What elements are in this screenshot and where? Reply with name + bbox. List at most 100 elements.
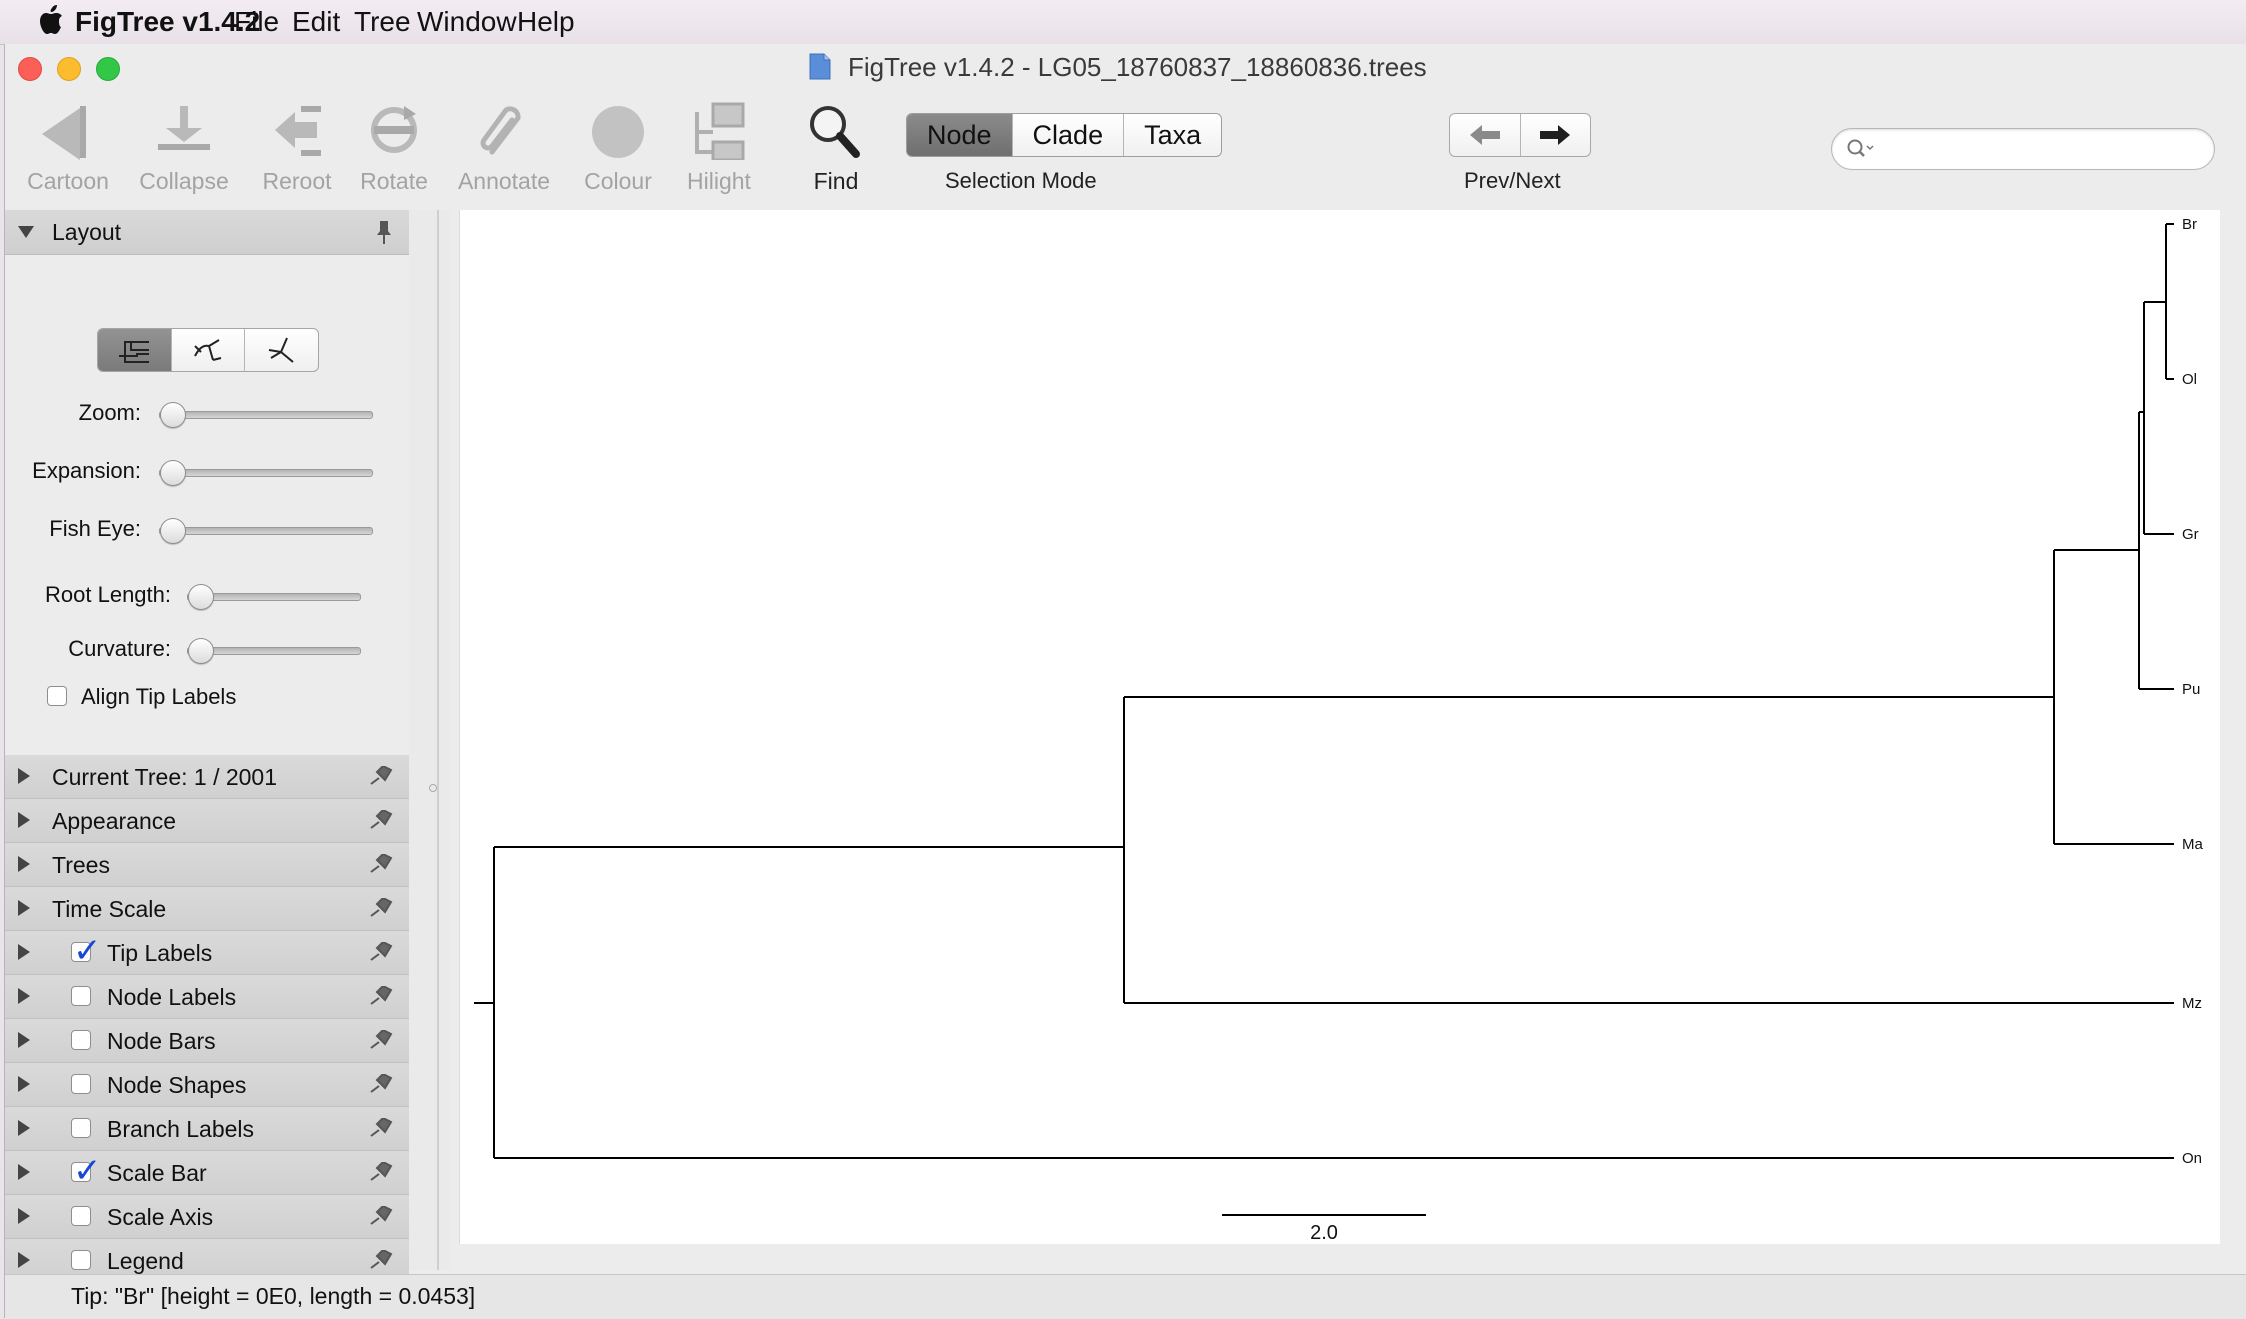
pin-icon[interactable]: [367, 1074, 395, 1096]
panel-splitter[interactable]: [409, 210, 451, 1308]
annotate-button[interactable]: Annotate: [449, 102, 559, 195]
splitter-grip[interactable]: [429, 784, 437, 792]
selection-mode-clade[interactable]: Clade: [1013, 114, 1125, 156]
section-current-tree[interactable]: Current Tree: 1 / 2001: [5, 755, 409, 799]
node-shapes-checkbox[interactable]: [71, 1074, 91, 1094]
pin-icon[interactable]: [367, 986, 395, 1008]
curvature-slider-thumb[interactable]: [188, 638, 214, 664]
expansion-slider[interactable]: [159, 460, 373, 486]
tree-view[interactable]: Br Ol Gr Pu Ma Mz On 2.0: [460, 210, 2220, 1244]
menu-window[interactable]: Window: [417, 6, 517, 38]
disclosure-triangle-open-icon[interactable]: [17, 225, 35, 239]
pin-icon[interactable]: [367, 1162, 395, 1184]
pin-icon[interactable]: [367, 1250, 395, 1272]
section-node-shapes[interactable]: Node Shapes: [5, 1063, 409, 1107]
pin-icon[interactable]: [367, 766, 395, 788]
zoom-slider[interactable]: [159, 402, 373, 428]
reroot-button[interactable]: Reroot: [242, 102, 352, 195]
menu-help[interactable]: Help: [517, 6, 575, 38]
layout-radial-button[interactable]: [245, 329, 318, 371]
disclosure-triangle-closed-icon[interactable]: [17, 1163, 31, 1181]
disclosure-triangle-closed-icon[interactable]: [17, 1119, 31, 1137]
section-time-scale[interactable]: Time Scale: [5, 887, 409, 931]
root-length-slider-thumb[interactable]: [188, 584, 214, 610]
minimize-window-button[interactable]: [57, 57, 81, 81]
disclosure-triangle-closed-icon[interactable]: [17, 987, 31, 1005]
tip-label-br[interactable]: Br: [2182, 216, 2197, 233]
zoom-slider-thumb[interactable]: [160, 402, 186, 428]
disclosure-triangle-closed-icon[interactable]: [17, 899, 31, 917]
selection-mode-node[interactable]: Node: [907, 114, 1013, 156]
branch-labels-checkbox[interactable]: [71, 1118, 91, 1138]
selection-mode-taxa[interactable]: Taxa: [1124, 114, 1221, 156]
find-button[interactable]: Find: [781, 102, 891, 195]
pin-icon[interactable]: [367, 1030, 395, 1052]
section-scale-axis[interactable]: Scale Axis: [5, 1195, 409, 1239]
collapse-button[interactable]: Collapse: [129, 102, 239, 195]
disclosure-triangle-closed-icon[interactable]: [17, 767, 31, 785]
section-node-labels[interactable]: Node Labels: [5, 975, 409, 1019]
prev-button[interactable]: [1450, 114, 1521, 156]
pin-icon[interactable]: [367, 854, 395, 876]
selection-mode-control: Node Clade Taxa: [906, 113, 1223, 157]
search-field[interactable]: [1831, 128, 2215, 170]
next-button[interactable]: [1521, 114, 1591, 156]
pin-icon[interactable]: [367, 810, 395, 832]
section-tip-labels[interactable]: Tip Labels: [5, 931, 409, 975]
tip-label-gr[interactable]: Gr: [2182, 526, 2199, 543]
title-bar: FigTree v1.4.2 - LG05_18760837_18860836.…: [5, 44, 2246, 88]
pin-icon[interactable]: [373, 219, 395, 245]
tree-canvas[interactable]: Br Ol Gr Pu Ma Mz On 2.0: [459, 210, 2220, 1244]
layout-rectangular-button[interactable]: [98, 329, 172, 371]
section-node-bars[interactable]: Node Bars: [5, 1019, 409, 1063]
section-scale-bar[interactable]: Scale Bar: [5, 1151, 409, 1195]
node-labels-checkbox[interactable]: [71, 986, 91, 1006]
align-tip-labels-checkbox[interactable]: [47, 686, 67, 706]
fish-eye-slider-thumb[interactable]: [160, 518, 186, 544]
node-bars-checkbox[interactable]: [71, 1030, 91, 1050]
section-trees[interactable]: Trees: [5, 843, 409, 887]
section-appearance[interactable]: Appearance: [5, 799, 409, 843]
app-menu[interactable]: FigTree v1.4.2: [75, 6, 260, 38]
rotate-button[interactable]: Rotate: [339, 102, 449, 195]
menu-edit[interactable]: Edit: [292, 6, 340, 38]
disclosure-triangle-closed-icon[interactable]: [17, 943, 31, 961]
fish-eye-slider[interactable]: [159, 518, 373, 544]
cartoon-button[interactable]: Cartoon: [13, 102, 123, 195]
pin-icon[interactable]: [367, 1118, 395, 1140]
curvature-slider[interactable]: [187, 638, 361, 664]
disclosure-triangle-closed-icon[interactable]: [17, 855, 31, 873]
close-window-button[interactable]: [18, 57, 42, 81]
apple-icon[interactable]: [38, 5, 64, 35]
tip-label-on[interactable]: On: [2182, 1150, 2202, 1167]
legend-checkbox[interactable]: [71, 1250, 91, 1270]
paperclip-icon: [480, 106, 521, 155]
pin-icon[interactable]: [367, 898, 395, 920]
hilight-button[interactable]: Hilight: [664, 102, 774, 195]
scale-bar-checkbox[interactable]: [71, 1151, 102, 1191]
colour-button[interactable]: Colour: [563, 102, 673, 195]
disclosure-triangle-closed-icon[interactable]: [17, 1207, 31, 1225]
menu-tree[interactable]: Tree: [354, 6, 411, 38]
layout-section-header[interactable]: Layout: [5, 210, 409, 255]
colour-circle-icon: [592, 106, 644, 158]
pin-icon[interactable]: [367, 1206, 395, 1228]
tip-labels-checkbox[interactable]: [71, 931, 102, 971]
scale-axis-checkbox[interactable]: [71, 1206, 91, 1226]
disclosure-triangle-closed-icon[interactable]: [17, 1251, 31, 1269]
tip-label-mz[interactable]: Mz: [2182, 995, 2202, 1012]
expansion-slider-thumb[interactable]: [160, 460, 186, 486]
root-length-slider[interactable]: [187, 584, 361, 610]
disclosure-triangle-closed-icon[interactable]: [17, 811, 31, 829]
tip-label-ma[interactable]: Ma: [2182, 836, 2203, 853]
tip-label-pu[interactable]: Pu: [2182, 681, 2200, 698]
disclosure-triangle-closed-icon[interactable]: [17, 1075, 31, 1093]
disclosure-triangle-closed-icon[interactable]: [17, 1031, 31, 1049]
menu-file[interactable]: File: [234, 6, 279, 38]
zoom-window-button[interactable]: [96, 57, 120, 81]
section-branch-labels[interactable]: Branch Labels: [5, 1107, 409, 1151]
layout-polar-button[interactable]: [172, 329, 246, 371]
tip-label-ol[interactable]: Ol: [2182, 371, 2197, 388]
pin-icon[interactable]: [367, 942, 395, 964]
search-input[interactable]: [1880, 133, 2204, 165]
